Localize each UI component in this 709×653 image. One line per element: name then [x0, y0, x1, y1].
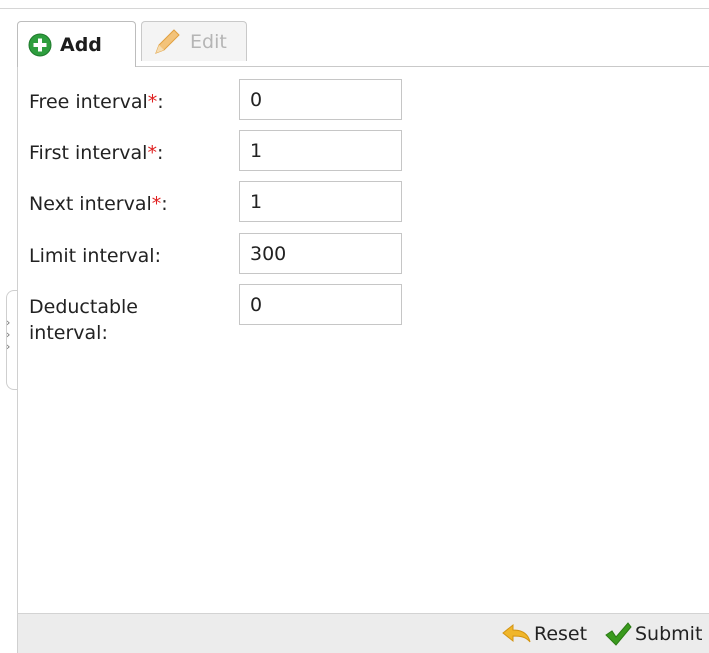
tab-bar: Add Edit	[17, 17, 709, 67]
free-interval-input[interactable]	[239, 79, 402, 120]
chevron-right-icon: ›	[6, 316, 11, 329]
required-asterisk: *	[147, 142, 157, 164]
reset-label: Reset	[534, 623, 588, 645]
free-interval-label: Free interval*:	[29, 91, 164, 113]
next-interval-input[interactable]	[239, 181, 402, 222]
tab-edit[interactable]: Edit	[141, 21, 247, 61]
limit-interval-label: Limit interval:	[29, 245, 161, 267]
tab-edit-label: Edit	[190, 30, 227, 53]
top-divider	[0, 8, 709, 9]
submit-label: Submit	[635, 623, 703, 645]
reset-button[interactable]: Reset	[501, 620, 587, 648]
undo-arrow-icon	[501, 623, 531, 645]
next-interval-label: Next interval*:	[29, 193, 168, 215]
form-panel: Free interval*: First interval*: Next in…	[17, 67, 709, 613]
chevron-right-icon: ›	[6, 340, 11, 353]
first-interval-input[interactable]	[239, 130, 402, 171]
deductable-interval-label: Deductable interval:	[29, 296, 138, 344]
checkmark-icon	[604, 621, 632, 647]
deductable-interval-input[interactable]	[239, 284, 402, 325]
pencil-icon	[152, 27, 182, 57]
submit-button[interactable]: Submit	[604, 620, 702, 648]
first-interval-label: First interval*:	[29, 142, 164, 164]
form-footer: Reset Submit	[17, 613, 709, 653]
plus-circle-icon	[28, 33, 52, 57]
chevron-right-icon: ›	[6, 328, 11, 341]
limit-interval-input[interactable]	[239, 233, 402, 274]
tab-add[interactable]: Add	[17, 21, 136, 67]
collapse-handle[interactable]: › › ›	[6, 290, 17, 390]
required-asterisk: *	[151, 193, 162, 215]
required-asterisk: *	[147, 91, 158, 113]
tab-add-label: Add	[60, 33, 102, 56]
